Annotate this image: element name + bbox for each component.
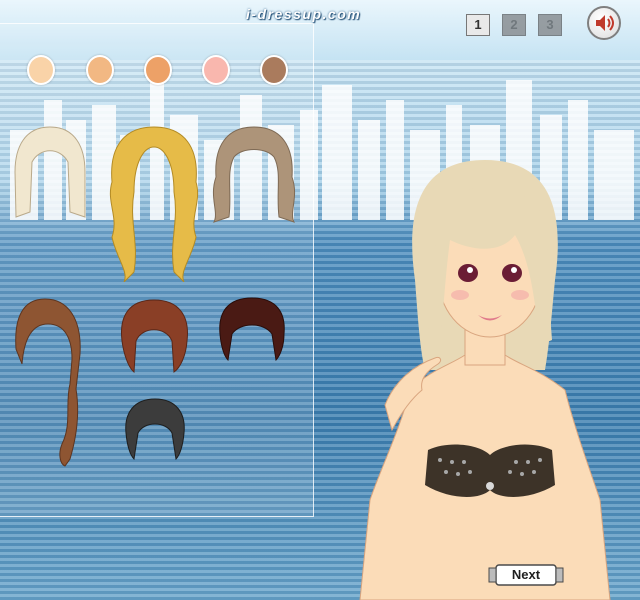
next-button[interactable]: Next — [488, 563, 564, 587]
page-tab-2[interactable]: 2 — [502, 14, 526, 36]
speaker-icon — [596, 15, 614, 31]
page-tab-3[interactable]: 3 — [538, 14, 562, 36]
hairstyle-ash-wavy[interactable] — [204, 122, 304, 232]
hairstyle-black-pompadour[interactable] — [120, 395, 190, 465]
skin-swatch-brown[interactable] — [260, 55, 288, 85]
hairstyle-platinum-bob[interactable] — [10, 122, 90, 222]
model-character — [359, 160, 611, 600]
skin-swatch-tan[interactable] — [144, 55, 172, 85]
hairstyle-brown-braid[interactable] — [10, 294, 90, 469]
site-logo[interactable]: i-dressup.com — [246, 6, 361, 22]
skin-swatch-beige[interactable] — [86, 55, 114, 85]
page-tab-1[interactable]: 1 — [466, 14, 490, 36]
next-button-label: Next — [511, 567, 541, 582]
hairstyle-auburn-short[interactable] — [114, 296, 194, 376]
sound-button[interactable] — [587, 6, 621, 40]
hairstyle-dark-red-short[interactable] — [212, 294, 292, 364]
hairstyle-golden-curls[interactable] — [104, 122, 204, 282]
game-stage: i-dressup.com 1 2 3 Next — [0, 0, 640, 600]
skin-swatch-pink[interactable] — [202, 55, 230, 85]
skin-swatch-ivory[interactable] — [27, 55, 55, 85]
